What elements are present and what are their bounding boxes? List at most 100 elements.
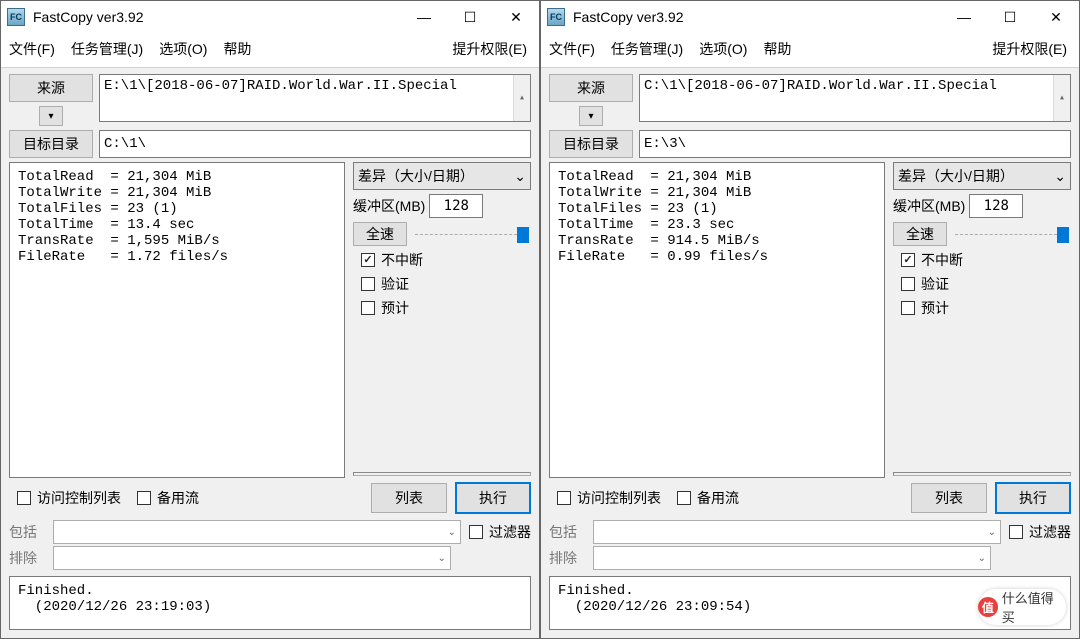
menu-options[interactable]: 选项(O) [159,39,207,59]
exclude-label: 排除 [9,548,47,568]
exclude-combo[interactable]: ⌄ [593,546,991,570]
titlebar[interactable]: FC FastCopy ver3.92 ― ☐ ✕ [1,1,539,33]
exclude-combo[interactable]: ⌄ [53,546,451,570]
acl-checkbox[interactable]: 访问控制列表 [557,488,661,508]
separator [893,472,1071,476]
menu-file[interactable]: 文件(F) [549,39,595,59]
include-label: 包括 [9,522,47,542]
mode-select-label: 差异（大小/日期） [898,166,1014,186]
source-path-text: E:\1\[2018-06-07]RAID.World.War.II.Speci… [104,78,457,94]
chevron-down-icon: ⌄ [514,168,526,185]
buffer-label: 缓冲区(MB) [893,196,965,216]
minimize-button[interactable]: ― [401,1,447,33]
estimate-checkbox[interactable]: 预计 [361,298,531,318]
speed-button[interactable]: 全速 [893,222,947,246]
mode-select-label: 差异（大小/日期） [358,166,474,186]
speed-slider[interactable] [951,224,1071,244]
buffer-input[interactable] [969,194,1023,218]
scrollbar-icon[interactable]: ▴ [1053,75,1070,121]
watermark-text: 什么值得买 [1002,588,1066,626]
nonstop-checkbox[interactable]: 不中断 [361,250,531,270]
source-history-dropdown[interactable]: ▾ [39,106,63,126]
filter-checkbox[interactable]: 过滤器 [469,522,531,542]
buffer-label: 缓冲区(MB) [353,196,425,216]
checkbox-icon [677,491,691,505]
checkbox-icon [901,301,915,315]
buffer-input[interactable] [429,194,483,218]
window-title: FastCopy ver3.92 [573,9,941,25]
close-button[interactable]: ✕ [1033,1,1079,33]
include-label: 包括 [549,522,587,542]
include-combo[interactable]: ⌄ [53,520,461,544]
checkbox-icon [137,491,151,505]
source-path-text: C:\1\[2018-06-07]RAID.World.War.II.Speci… [644,78,997,94]
verify-checkbox[interactable]: 验证 [901,274,1071,294]
exclude-label: 排除 [549,548,587,568]
fastcopy-window-left: FC FastCopy ver3.92 ― ☐ ✕ 文件(F) 任务管理(J) … [0,0,540,639]
mode-select[interactable]: 差异（大小/日期） ⌄ [893,162,1071,190]
menubar: 文件(F) 任务管理(J) 选项(O) 帮助 提升权限(E) [1,33,539,68]
execute-button[interactable]: 执行 [455,482,531,514]
menu-file[interactable]: 文件(F) [9,39,55,59]
menu-elevate[interactable]: 提升权限(E) [452,39,527,59]
menu-elevate[interactable]: 提升权限(E) [992,39,1067,59]
minimize-button[interactable]: ― [941,1,987,33]
watermark-icon: 值 [978,597,998,617]
maximize-button[interactable]: ☐ [447,1,493,33]
speed-slider[interactable] [411,224,531,244]
checkbox-icon [469,525,483,539]
slider-thumb[interactable] [1057,227,1069,243]
estimate-checkbox[interactable]: 预计 [901,298,1071,318]
watermark: 值 什么值得买 [978,589,1066,625]
menu-options[interactable]: 选项(O) [699,39,747,59]
checkbox-icon [557,491,571,505]
menu-help[interactable]: 帮助 [223,39,251,59]
checkbox-icon [361,301,375,315]
include-combo[interactable]: ⌄ [593,520,1001,544]
execute-button[interactable]: 执行 [995,482,1071,514]
window-title: FastCopy ver3.92 [33,9,401,25]
nonstop-checkbox[interactable]: 不中断 [901,250,1071,270]
checkbox-icon [901,277,915,291]
altstream-checkbox[interactable]: 备用流 [677,488,739,508]
menu-help[interactable]: 帮助 [763,39,791,59]
filter-checkbox[interactable]: 过滤器 [1009,522,1071,542]
separator [353,472,531,476]
status-output: Finished. (2020/12/26 23:19:03) [9,576,531,630]
checkbox-icon [17,491,31,505]
app-icon: FC [7,8,25,26]
mode-select[interactable]: 差异（大小/日期） ⌄ [353,162,531,190]
checkbox-icon [361,253,375,267]
scrollbar-icon[interactable]: ▴ [513,75,530,121]
dest-button[interactable]: 目标目录 [549,130,633,158]
source-history-dropdown[interactable]: ▾ [579,106,603,126]
verify-checkbox[interactable]: 验证 [361,274,531,294]
list-button[interactable]: 列表 [371,483,447,513]
chevron-down-icon: ⌄ [1054,168,1066,185]
menu-jobs[interactable]: 任务管理(J) [611,39,683,59]
stats-output: TotalRead = 21,304 MiB TotalWrite = 21,3… [9,162,345,478]
speed-button[interactable]: 全速 [353,222,407,246]
dest-path-input[interactable] [99,130,531,158]
slider-thumb[interactable] [517,227,529,243]
source-button[interactable]: 来源 [9,74,93,102]
source-path-input[interactable]: E:\1\[2018-06-07]RAID.World.War.II.Speci… [99,74,531,122]
close-button[interactable]: ✕ [493,1,539,33]
fastcopy-window-right: FC FastCopy ver3.92 ― ☐ ✕ 文件(F) 任务管理(J) … [540,0,1080,639]
acl-checkbox[interactable]: 访问控制列表 [17,488,121,508]
checkbox-icon [361,277,375,291]
menu-jobs[interactable]: 任务管理(J) [71,39,143,59]
source-button[interactable]: 来源 [549,74,633,102]
dest-button[interactable]: 目标目录 [9,130,93,158]
source-path-input[interactable]: C:\1\[2018-06-07]RAID.World.War.II.Speci… [639,74,1071,122]
dest-path-input[interactable] [639,130,1071,158]
stats-output: TotalRead = 21,304 MiB TotalWrite = 21,3… [549,162,885,478]
menubar: 文件(F) 任务管理(J) 选项(O) 帮助 提升权限(E) [541,33,1079,68]
checkbox-icon [1009,525,1023,539]
maximize-button[interactable]: ☐ [987,1,1033,33]
app-icon: FC [547,8,565,26]
titlebar[interactable]: FC FastCopy ver3.92 ― ☐ ✕ [541,1,1079,33]
list-button[interactable]: 列表 [911,483,987,513]
altstream-checkbox[interactable]: 备用流 [137,488,199,508]
checkbox-icon [901,253,915,267]
